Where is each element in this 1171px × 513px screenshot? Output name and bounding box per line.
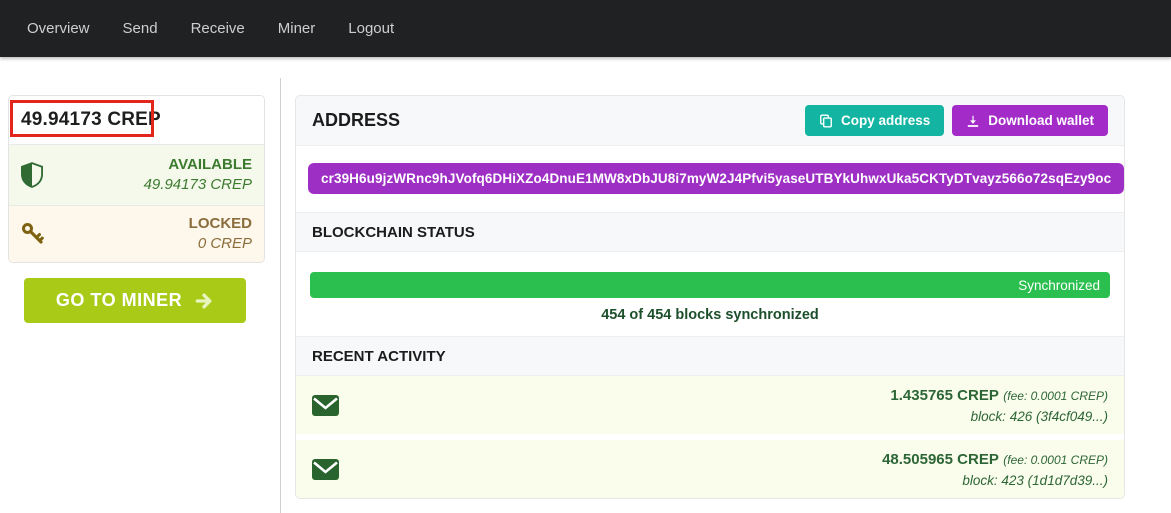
download-wallet-button[interactable]: Download wallet <box>952 105 1108 136</box>
copy-address-button[interactable]: Copy address <box>805 105 944 136</box>
envelope-icon <box>312 459 339 480</box>
activity-amount: 48.505965 CREP <box>882 451 999 468</box>
blockchain-status-body: Synchronized 454 of 454 blocks synchroni… <box>296 252 1124 336</box>
arrow-right-icon <box>194 291 214 311</box>
nav-item-logout[interactable]: Logout <box>348 12 394 45</box>
go-to-miner-button[interactable]: GO TO MINER <box>24 278 246 323</box>
available-label: AVAILABLE <box>144 155 252 175</box>
nav-item-miner[interactable]: Miner <box>278 12 316 45</box>
locked-value: 0 CREP <box>189 234 252 254</box>
nav-item-receive[interactable]: Receive <box>191 12 245 45</box>
activity-block: block: 423 (1d1d7d39...) <box>882 471 1108 491</box>
copy-icon <box>819 114 833 128</box>
nav-item-overview[interactable]: Overview <box>27 12 90 45</box>
sync-progress-label: Synchronized <box>1018 278 1100 293</box>
wallet-overview-page: Overview Send Receive Miner Logout 49.94… <box>0 0 1171 513</box>
locked-funds-row: LOCKED 0 CREP <box>9 205 264 262</box>
address-section-header: ADDRESS Copy address <box>296 96 1124 146</box>
address-body: cr39H6u9jzWRnc9hJVofq6DHiXZo4DnuE1MW8xDb… <box>296 146 1124 212</box>
shield-icon <box>21 162 51 188</box>
activity-fee: (fee: 0.0001 CREP) <box>1003 389 1108 403</box>
vertical-divider <box>280 78 281 513</box>
blockchain-section-header: BLOCKCHAIN STATUS <box>296 212 1124 252</box>
locked-label: LOCKED <box>189 214 252 234</box>
wallet-address-value[interactable]: cr39H6u9jzWRnc9hJVofq6DHiXZo4DnuE1MW8xDb… <box>308 163 1124 194</box>
copy-address-label: Copy address <box>841 113 930 128</box>
activity-list: 1.435765 CREP (fee: 0.0001 CREP) block: … <box>296 376 1124 498</box>
sync-progress-fill: Synchronized <box>310 272 1110 298</box>
download-wallet-label: Download wallet <box>988 113 1094 128</box>
balance-total: 49.94173 CREP <box>21 109 161 131</box>
available-value: 49.94173 CREP <box>144 175 252 195</box>
available-funds-row: AVAILABLE 49.94173 CREP <box>9 144 264 205</box>
activity-fee: (fee: 0.0001 CREP) <box>1003 453 1108 467</box>
balance-row: 49.94173 CREP <box>9 96 264 144</box>
key-icon <box>21 222 51 246</box>
sync-caption: 454 of 454 blocks synchronized <box>310 307 1110 323</box>
nav-item-send[interactable]: Send <box>123 12 158 45</box>
address-title: ADDRESS <box>312 110 400 131</box>
activity-row[interactable]: 48.505965 CREP (fee: 0.0001 CREP) block:… <box>296 440 1124 498</box>
activity-amount: 1.435765 CREP <box>890 387 998 404</box>
go-to-miner-label: GO TO MINER <box>56 290 182 311</box>
activity-row[interactable]: 1.435765 CREP (fee: 0.0001 CREP) block: … <box>296 376 1124 434</box>
download-icon <box>966 114 980 128</box>
envelope-icon <box>312 395 339 416</box>
address-status-card: ADDRESS Copy address <box>295 95 1125 499</box>
activity-block: block: 426 (3f4cf049...) <box>890 407 1108 427</box>
activity-title: RECENT ACTIVITY <box>312 348 446 365</box>
blockchain-title: BLOCKCHAIN STATUS <box>312 224 475 241</box>
top-navbar: Overview Send Receive Miner Logout <box>0 0 1171 57</box>
activity-section-header: RECENT ACTIVITY <box>296 336 1124 376</box>
sync-progress-bar: Synchronized <box>310 272 1110 298</box>
wallet-summary-card: 49.94173 CREP AVAILABLE 49.94173 CREP <box>8 95 265 263</box>
